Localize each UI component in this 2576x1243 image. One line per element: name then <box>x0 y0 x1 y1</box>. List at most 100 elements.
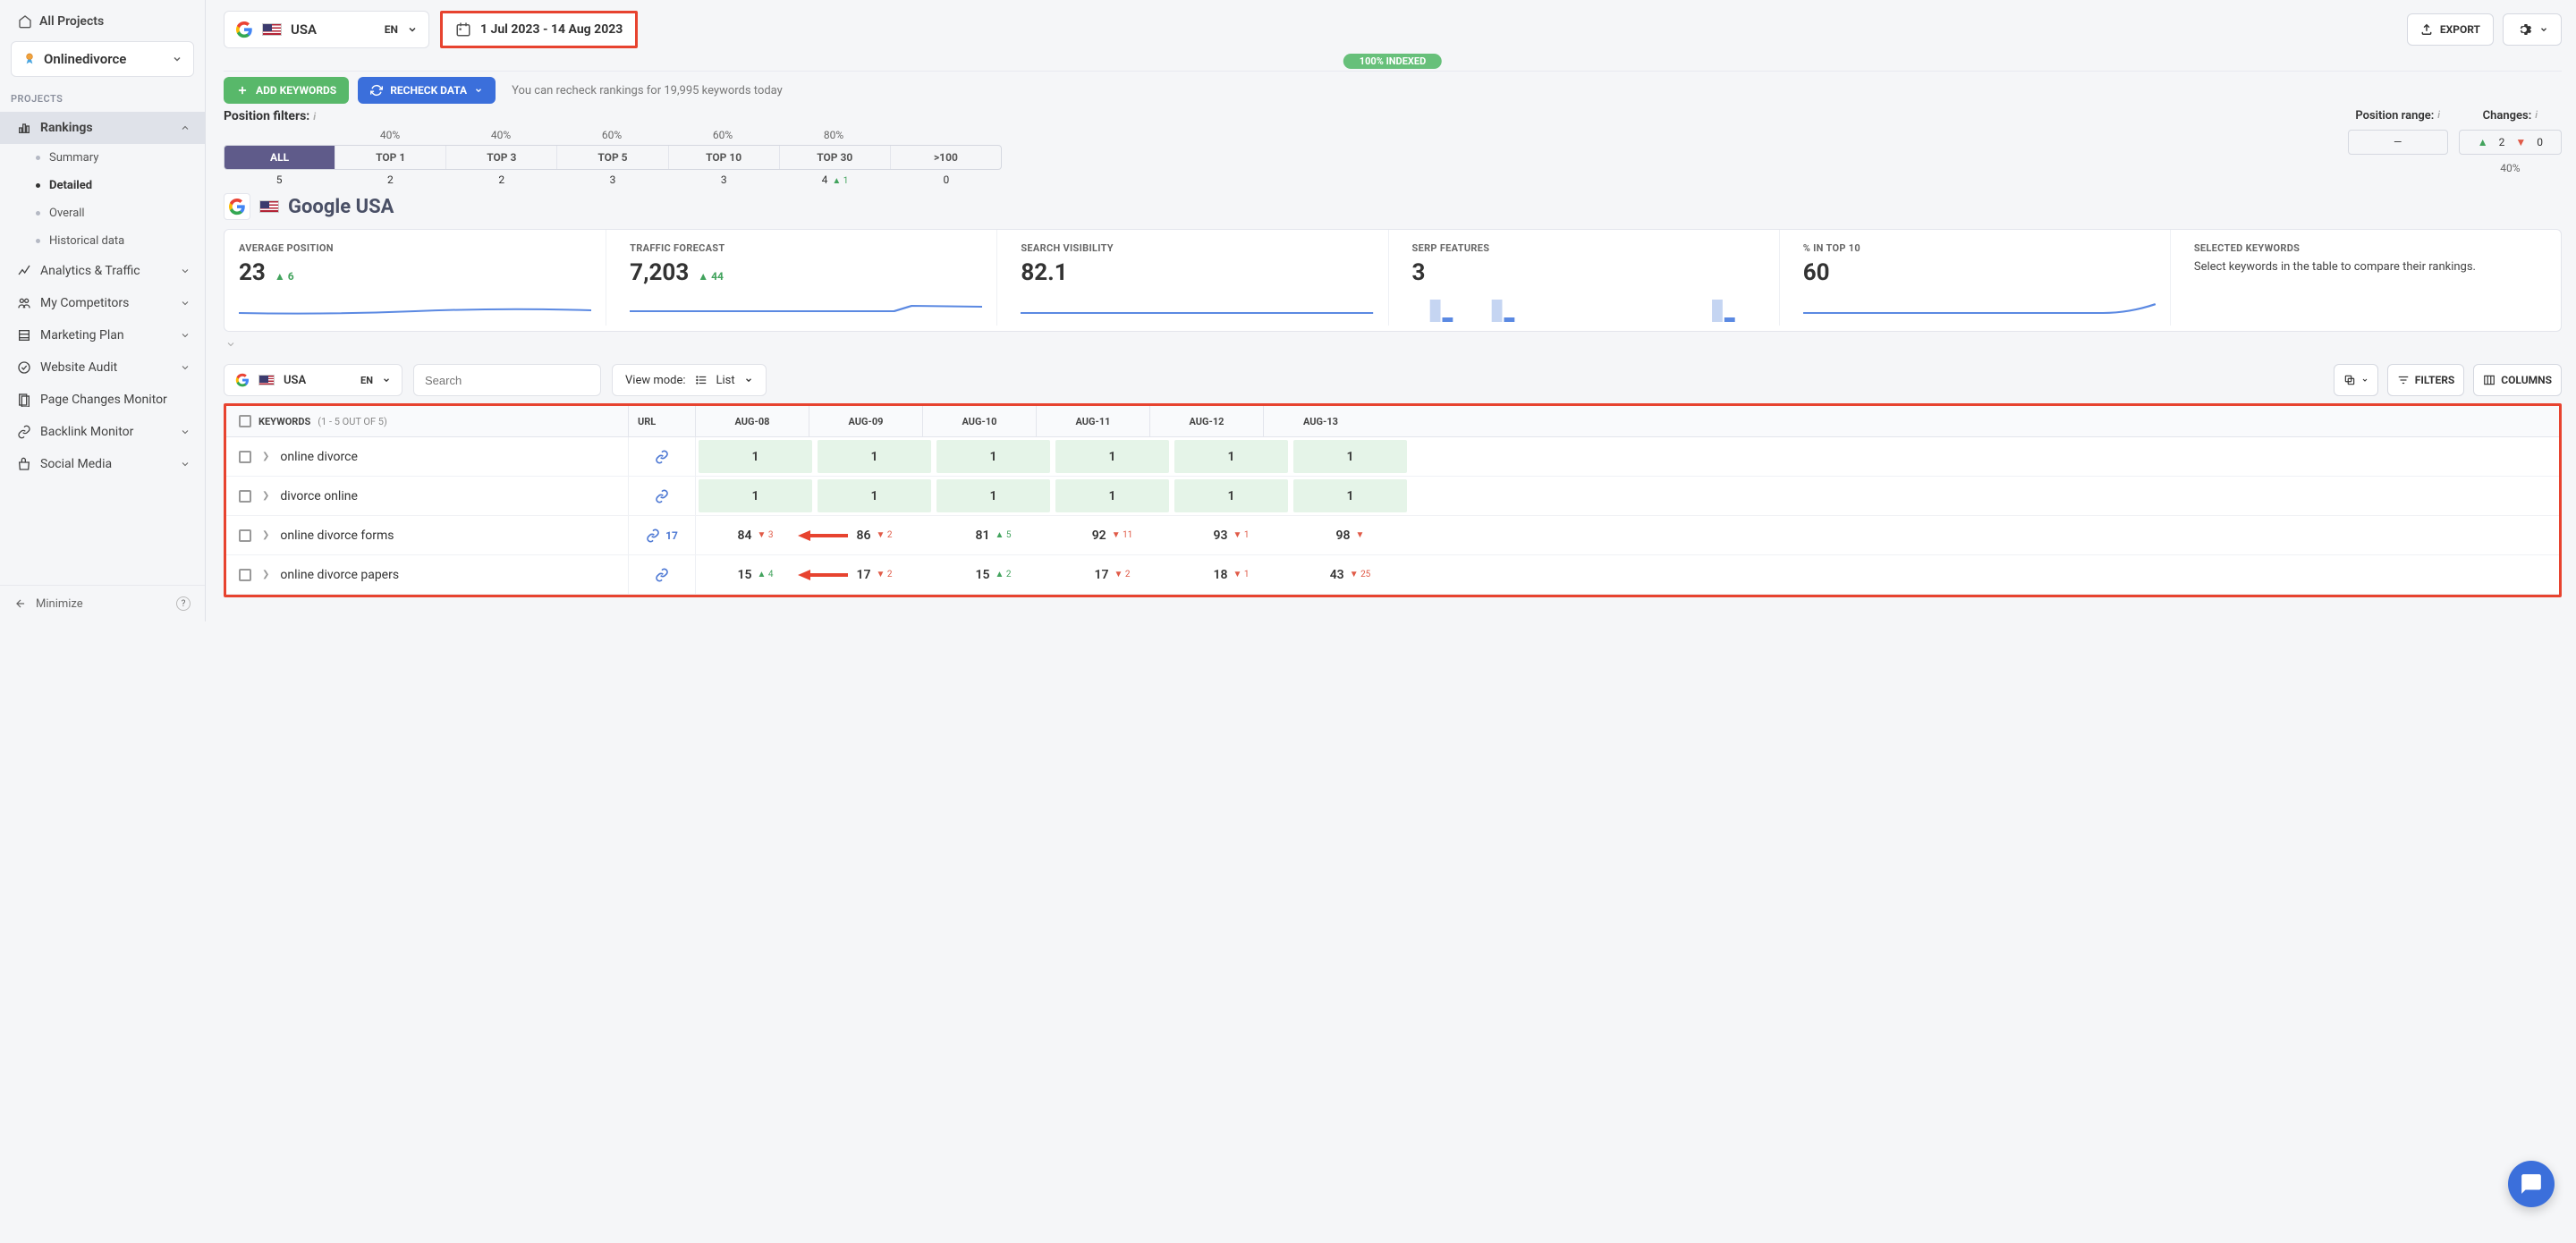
date-header[interactable]: AUG-13 <box>1264 406 1377 436</box>
settings-button[interactable] <box>2503 13 2562 46</box>
chevron-down-icon <box>2361 376 2368 384</box>
table-row: ❯online divorce forms1784▼ 386▼ 281▲ 592… <box>226 516 2559 555</box>
keyword-text[interactable]: online divorce <box>280 450 357 464</box>
rank-cell: 43▼ 25 <box>1293 558 1407 591</box>
country-label: USA <box>291 21 317 38</box>
keywords-header[interactable]: KEYWORDS <box>258 416 310 427</box>
arrow-left-icon <box>14 597 27 610</box>
row-checkbox[interactable] <box>239 451 251 463</box>
sidebar-item-my-competitors[interactable]: My Competitors <box>0 287 205 319</box>
expand-row-icon[interactable]: ❯ <box>262 530 269 540</box>
select-all-checkbox[interactable] <box>239 415 251 427</box>
sidebar-subitem-label: Summary <box>49 151 98 165</box>
refresh-icon <box>370 84 383 97</box>
delta-up: ▲ 2 <box>996 570 1012 579</box>
filter-segment[interactable]: ALL <box>225 146 335 169</box>
expand-row-icon[interactable]: ❯ <box>262 452 269 461</box>
filter-segment[interactable]: >100 <box>891 146 1001 169</box>
link-icon[interactable] <box>655 568 669 582</box>
help-icon[interactable]: ? <box>176 596 191 611</box>
copy-button[interactable] <box>2334 364 2378 396</box>
expand-toggle[interactable] <box>224 339 2562 357</box>
add-keywords-button[interactable]: ADD KEYWORDS <box>224 77 349 104</box>
chat-button[interactable] <box>2508 1161 2555 1207</box>
filter-segment[interactable]: TOP 10 <box>669 146 780 169</box>
project-select[interactable]: Onlinedivorce <box>11 41 194 77</box>
columns-button[interactable]: COLUMNS <box>2473 364 2562 396</box>
date-range-picker[interactable]: 1 Jul 2023 - 14 Aug 2023 <box>440 11 638 48</box>
expand-row-icon[interactable]: ❯ <box>262 491 269 501</box>
stat-visibility[interactable]: SEARCH VISIBILITY 82.1 <box>1006 230 1388 326</box>
view-mode-select[interactable]: View mode: List <box>612 364 767 396</box>
link-icon[interactable] <box>646 528 660 543</box>
row-checkbox[interactable] <box>239 569 251 581</box>
sidebar-item-marketing-plan[interactable]: Marketing Plan <box>0 319 205 351</box>
stat-top10[interactable]: % IN TOP 10 60 <box>1789 230 2171 326</box>
stat-serp[interactable]: SERP FEATURES 3 <box>1398 230 1780 326</box>
all-projects-label: All Projects <box>39 14 104 29</box>
keyword-text[interactable]: divorce online <box>280 489 357 503</box>
minimize-button[interactable]: Minimize ? <box>0 585 205 622</box>
date-header[interactable]: AUG-11 <box>1037 406 1150 436</box>
sidebar-item-analytics-&-traffic[interactable]: Analytics & Traffic <box>0 255 205 287</box>
sidebar-subitem-summary[interactable]: Summary <box>0 144 205 172</box>
search-input[interactable] <box>425 374 582 387</box>
changes-value[interactable]: ▲2 ▼0 <box>2459 130 2562 155</box>
link-icon[interactable] <box>655 489 669 503</box>
export-button[interactable]: EXPORT <box>2407 13 2494 46</box>
sidebar-subitem-overall[interactable]: Overall <box>0 199 205 227</box>
date-header[interactable]: AUG-10 <box>923 406 1037 436</box>
sparkline <box>1021 295 1373 322</box>
rank-cell: 15▲ 4 <box>699 558 812 591</box>
rank-cell: 1 <box>818 440 931 473</box>
row-checkbox[interactable] <box>239 529 251 542</box>
expand-row-icon[interactable]: ❯ <box>262 570 269 579</box>
sidebar-item-website-audit[interactable]: Website Audit <box>0 351 205 384</box>
keyword-text[interactable]: online divorce papers <box>280 568 399 582</box>
pos-range-value[interactable]: — <box>2348 130 2448 155</box>
row-checkbox[interactable] <box>239 490 251 503</box>
link-icon[interactable] <box>655 450 669 464</box>
search-input-wrap[interactable] <box>413 364 601 396</box>
export-icon <box>2420 23 2433 36</box>
filter-segment[interactable]: TOP 5 <box>557 146 668 169</box>
table-row: ❯online divorce papers15▲ 417▼ 215▲ 217▼… <box>226 555 2559 595</box>
sidebar-item-social-media[interactable]: Social Media <box>0 448 205 480</box>
sidebar-item-page-changes-monitor[interactable]: Page Changes Monitor <box>0 384 205 416</box>
rank-cell: 81▲ 5 <box>936 519 1050 552</box>
sidebar-subitem-label: Overall <box>49 207 85 220</box>
date-header[interactable]: AUG-09 <box>809 406 923 436</box>
keyword-text[interactable]: online divorce forms <box>280 528 394 543</box>
all-projects-link[interactable]: All Projects <box>11 11 194 32</box>
url-header[interactable]: URL <box>629 406 696 436</box>
table-engine-select[interactable]: USA EN <box>224 364 402 396</box>
filter-segment[interactable]: TOP 1 <box>335 146 446 169</box>
sidebar-subitem-historical-data[interactable]: Historical data <box>0 227 205 255</box>
stat-traffic[interactable]: TRAFFIC FORECAST 7,203▲ 44 <box>615 230 997 326</box>
filter-segment[interactable]: TOP 30 <box>780 146 891 169</box>
sidebar-item-backlink-monitor[interactable]: Backlink Monitor <box>0 416 205 448</box>
recheck-button[interactable]: RECHECK DATA <box>358 77 496 104</box>
main-content: USA EN 1 Jul 2023 - 14 Aug 2023 EXPORT <box>206 0 2576 622</box>
sidebar-subitem-detailed[interactable]: Detailed <box>0 172 205 199</box>
delta-down: ▼ 3 <box>758 530 774 540</box>
filter-share: 60% <box>667 129 778 141</box>
export-label: EXPORT <box>2440 23 2480 36</box>
search-engine-select[interactable]: USA EN <box>224 11 429 48</box>
filter-segment[interactable]: TOP 3 <box>446 146 557 169</box>
dot-icon <box>36 239 40 243</box>
rank-cell: 1 <box>1055 440 1169 473</box>
sidebar-item-label: Social Media <box>40 457 112 471</box>
list-icon <box>695 374 708 386</box>
stat-avg-position[interactable]: AVERAGE POSITION 23▲ 6 <box>225 230 606 326</box>
sidebar-item-rankings[interactable]: Rankings <box>0 112 205 144</box>
rank-cell: 18▼ 1 <box>1174 558 1288 591</box>
date-header[interactable]: AUG-12 <box>1150 406 1264 436</box>
gear-icon <box>2516 21 2532 38</box>
chevron-down-icon <box>180 298 191 309</box>
stats-row: AVERAGE POSITION 23▲ 6 TRAFFIC FORECAST … <box>224 229 2562 332</box>
projects-section-label: PROJECTS <box>0 77 205 112</box>
delta-down: ▼ 11 <box>1112 530 1133 540</box>
filters-button[interactable]: FILTERS <box>2387 364 2465 396</box>
date-header[interactable]: AUG-08 <box>696 406 809 436</box>
